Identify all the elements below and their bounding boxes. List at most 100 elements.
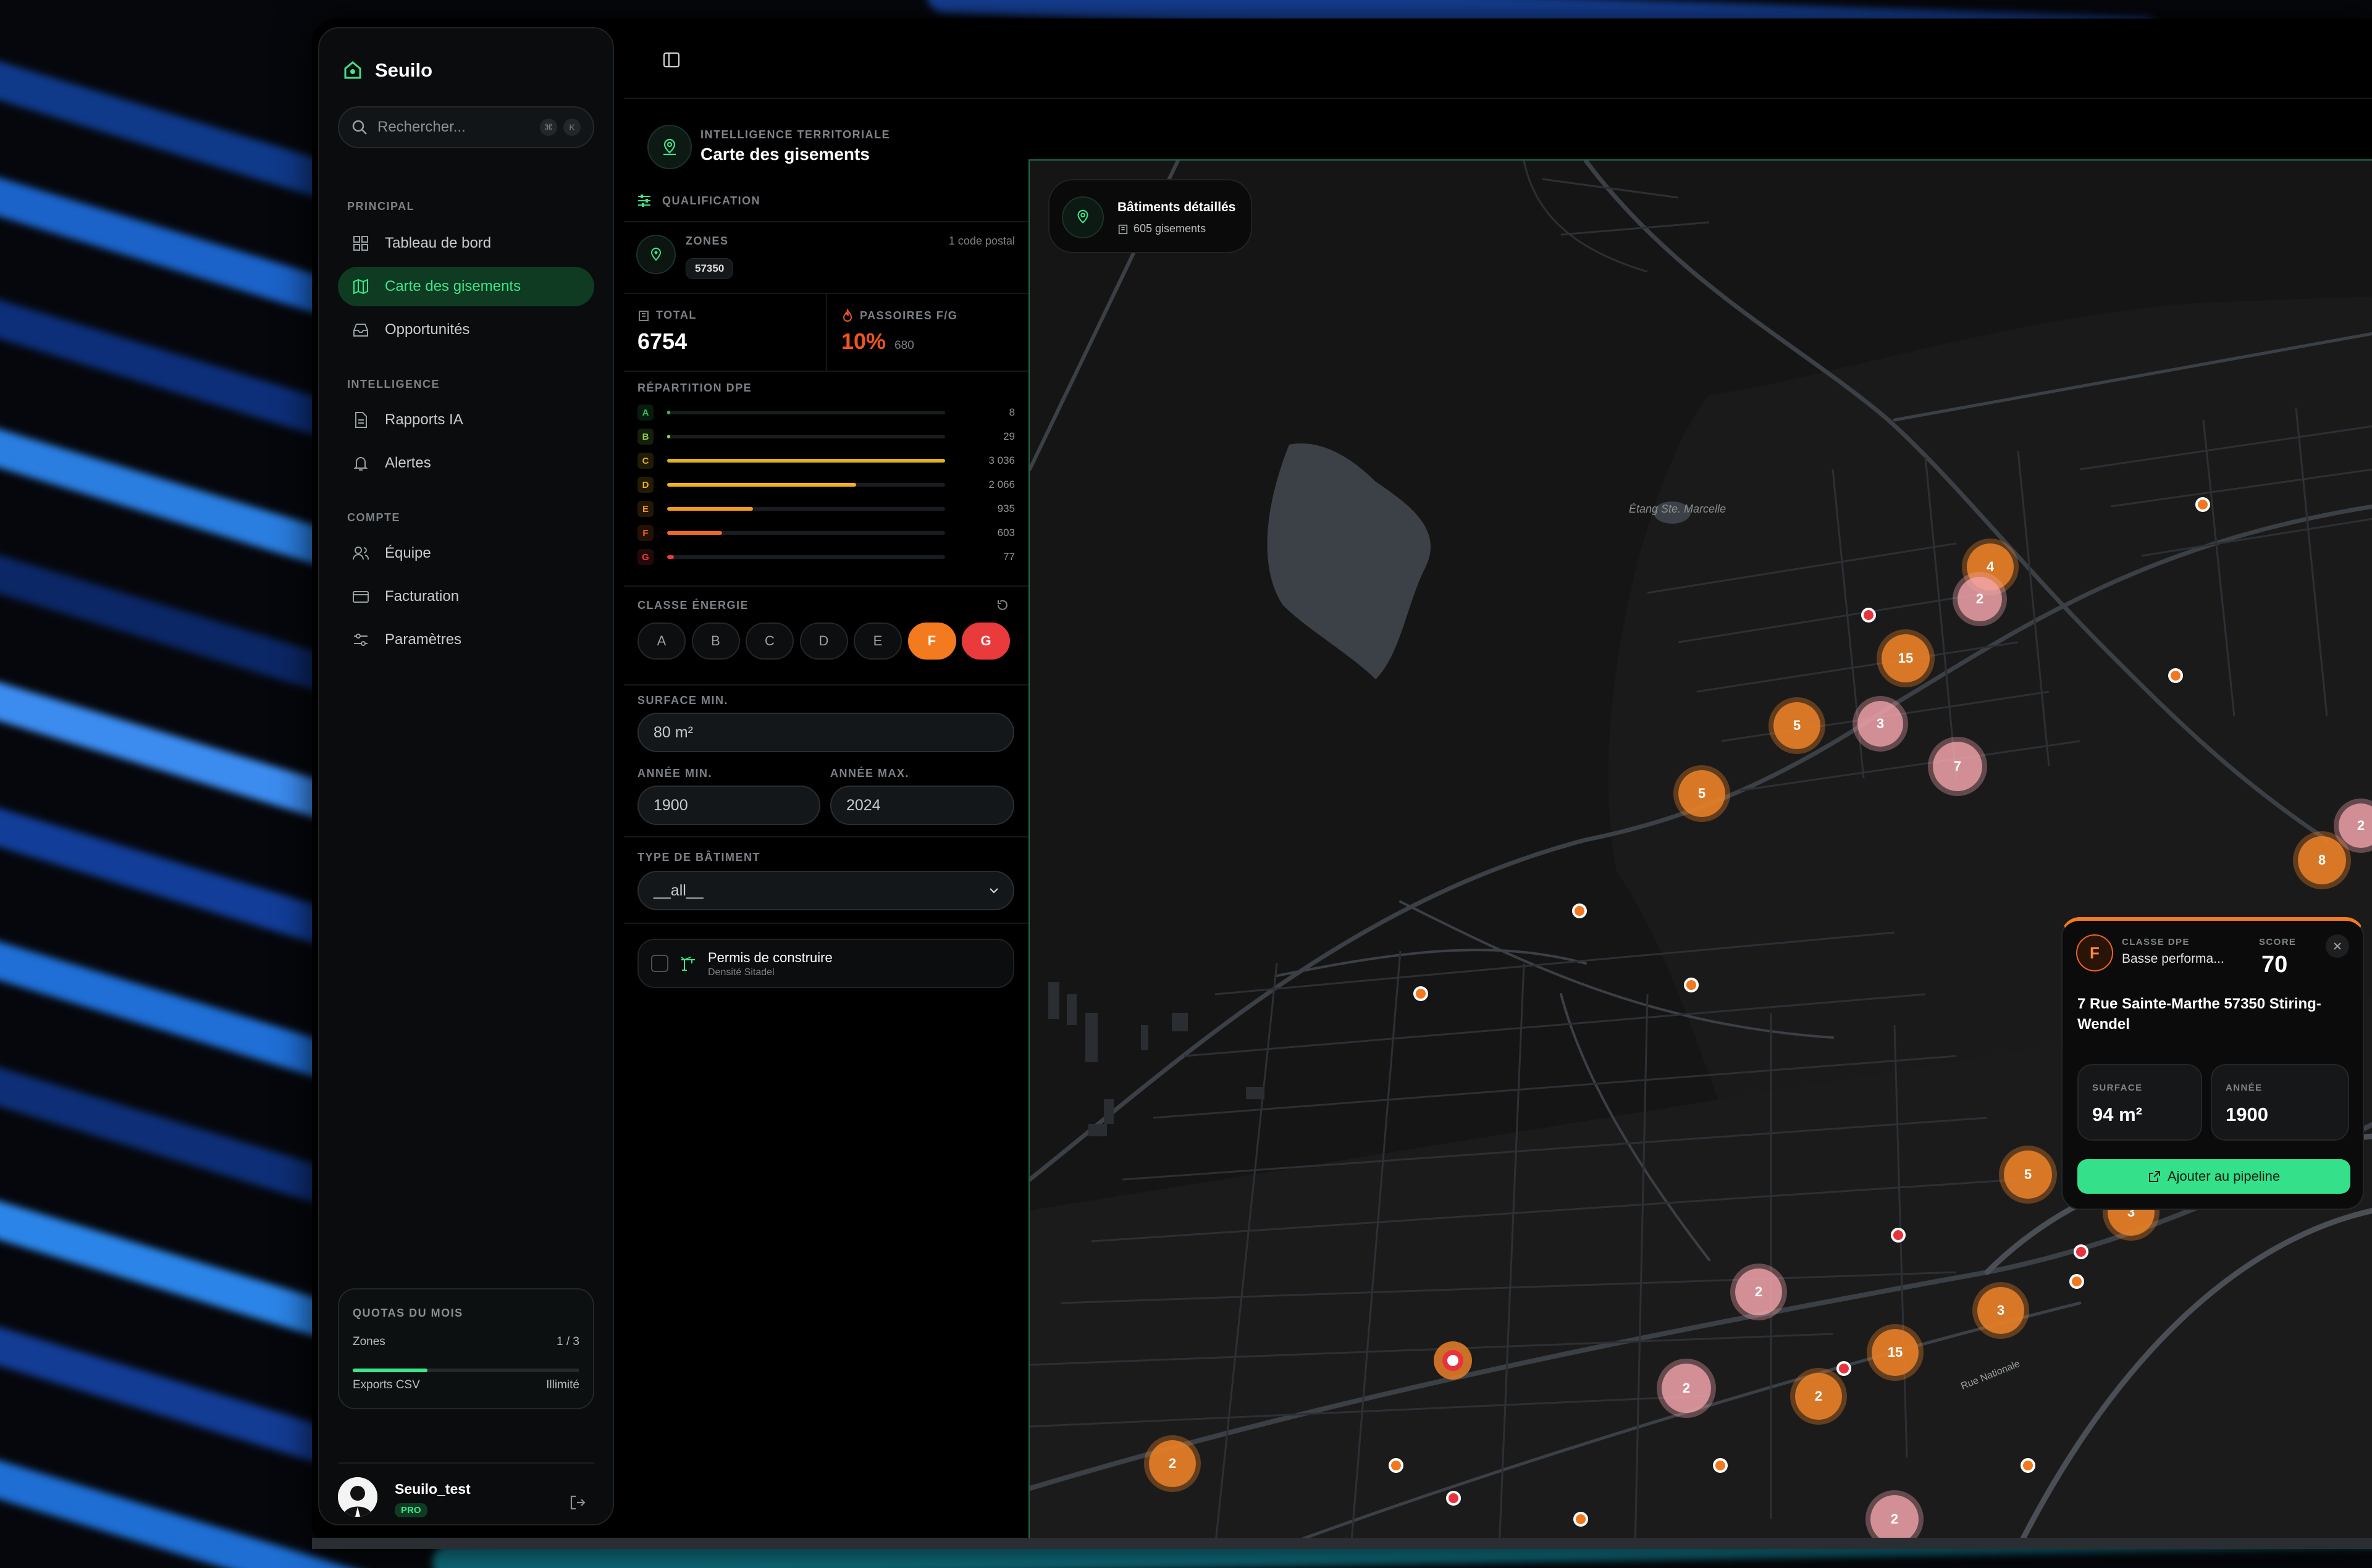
passoires-count: 680 [894,339,914,352]
dpe-class-badge: F [637,525,654,541]
permis-toggle[interactable]: Permis de construire Densité Sitadel [637,939,1014,988]
sidebar-toggle-icon[interactable] [662,51,681,69]
annee-max-input[interactable]: 2024 [830,786,1014,825]
energy-class-e[interactable]: E [854,623,902,660]
map-pin-icon [663,138,676,156]
zones-icon-wrap [636,235,676,274]
sidebar-item-alerts[interactable]: Alertes [338,443,594,483]
search-placeholder: Rechercher... [377,119,466,135]
dpe-row-e: E 935 [637,497,1015,521]
map-point[interactable] [1442,1350,1463,1371]
map-cluster[interactable]: 2 [1870,1495,1919,1543]
add-to-pipeline-button[interactable]: Ajouter au pipeline [2077,1159,2350,1194]
popup-address: 7 Rue Sainte-Marthe 57350 Stiring-Wendel [2077,996,2321,1033]
energy-class-c[interactable]: C [746,623,794,660]
dpe-bar-fill [667,411,671,414]
map-cluster[interactable]: 7 [1933,742,1982,791]
avatar [338,1477,377,1517]
map-cluster[interactable]: 2 [1149,1440,1196,1487]
map-point[interactable] [2074,1244,2088,1259]
zone-chip[interactable]: 57350 [686,258,734,279]
quota-title: QUOTAS DU MOIS [353,1307,463,1319]
sidebar-item-dashboard[interactable]: Tableau de bord [338,224,594,263]
document-icon [355,412,367,428]
zones-label: ZONES [686,235,729,247]
sidebar-item-label: Carte des gisements [385,278,521,295]
sidebar-item-label: Rapports IA [385,411,463,428]
annee-min-input[interactable]: 1900 [637,786,820,825]
popup-close-button[interactable] [2326,934,2349,958]
dpe-row-f: F 603 [637,521,1015,545]
sidebar-item-team[interactable]: Équipe [338,534,594,573]
total-header: TOTAL [637,309,697,322]
map-point[interactable] [1713,1458,1728,1473]
map-point[interactable] [1446,1491,1461,1506]
logout-icon[interactable] [568,1493,587,1512]
sidebar-item-map[interactable]: Carte des gisements [338,267,594,306]
popup-classe-value: Basse performa... [2122,952,2224,966]
map-point[interactable] [1413,986,1428,1001]
energy-class-b[interactable]: B [691,623,740,660]
map-cluster[interactable]: 5 [2004,1151,2052,1199]
passoires-stat: 10% 680 [841,329,914,354]
map-cluster[interactable]: 8 [2298,836,2346,884]
map-cluster[interactable]: 2 [1795,1373,1842,1420]
dpe-count: 8 [1009,406,1015,418]
map-cluster[interactable]: 15 [1882,634,1930,682]
dpe-count: 935 [997,503,1015,514]
map-point[interactable] [2069,1274,2084,1289]
map-cluster[interactable]: 2 [1958,577,2002,621]
map-cluster[interactable]: 2 [1662,1364,1711,1413]
logo[interactable]: Seuilo [344,59,432,82]
map-point[interactable] [1861,608,1876,623]
energy-class-g[interactable]: G [962,623,1010,660]
quota-csv-value: Illimité [546,1378,579,1391]
passoires-pct: 10% [841,329,886,354]
sidebar-item-reports[interactable]: Rapports IA [338,400,594,440]
flame-icon [843,309,852,322]
map-point[interactable] [2195,497,2210,512]
users-icon [353,547,369,560]
surface-min-input[interactable]: 80 m² [637,713,1014,752]
reset-icon[interactable] [995,598,1010,613]
sidebar-item-opportunities[interactable]: Opportunités [338,310,594,350]
quota-csv-row: Exports CSV Illimité [353,1378,579,1392]
map-point[interactable] [1836,1361,1851,1376]
map-point[interactable] [1573,1512,1588,1527]
shortcut-cmd: ⌘ [540,119,557,136]
energy-class-a[interactable]: A [637,623,686,660]
qualification-label: QUALIFICATION [662,194,761,207]
sidebar-item-billing[interactable]: Facturation [338,577,594,616]
user-profile[interactable]: Seuilo_test PRO [338,1462,594,1517]
map-point[interactable] [1684,978,1699,992]
map-point[interactable] [1389,1458,1403,1473]
map-cluster[interactable]: 5 [1773,702,1820,749]
permis-checkbox[interactable] [651,955,668,972]
popup-annee: ANNÉE 1900 [2211,1064,2349,1141]
type-batiment-select[interactable]: __all__ [637,871,1014,910]
map-view[interactable]: Étang Ste. Marcelle Rue Nationale Bâtime… [1028,159,2372,1547]
map-cluster[interactable]: 15 [1872,1329,1919,1376]
type-batiment-value: __all__ [654,881,704,899]
card-icon [353,591,369,603]
map-point[interactable] [1891,1228,1906,1243]
sidebar-item-settings[interactable]: Paramètres [338,620,594,660]
map-point[interactable] [2021,1458,2035,1473]
map-cluster[interactable]: 5 [1678,770,1725,817]
map-cluster[interactable]: 3 [1977,1287,2024,1334]
map-point[interactable] [1572,903,1587,918]
crane-icon [681,957,695,971]
annee-max-label: ANNÉE MAX. [830,767,910,779]
map-layer-badge[interactable]: Bâtiments détaillés 605 gisements [1048,179,1252,253]
map-cluster[interactable]: 2 [1735,1268,1782,1315]
quota-zones-row: Zones 1 / 3 [353,1335,579,1349]
search-input[interactable]: Rechercher... ⌘ K [338,106,594,148]
page-eyebrow: INTELLIGENCE TERRITORIALE [700,128,891,141]
energy-class-d[interactable]: D [799,623,848,660]
map-point[interactable] [2168,668,2183,683]
app-name: Seuilo [375,59,433,81]
quota-zones-label: Zones [353,1335,385,1348]
dpe-class-badge: B [637,429,654,445]
energy-class-f[interactable]: F [907,623,956,660]
map-cluster[interactable]: 3 [1857,701,1903,747]
